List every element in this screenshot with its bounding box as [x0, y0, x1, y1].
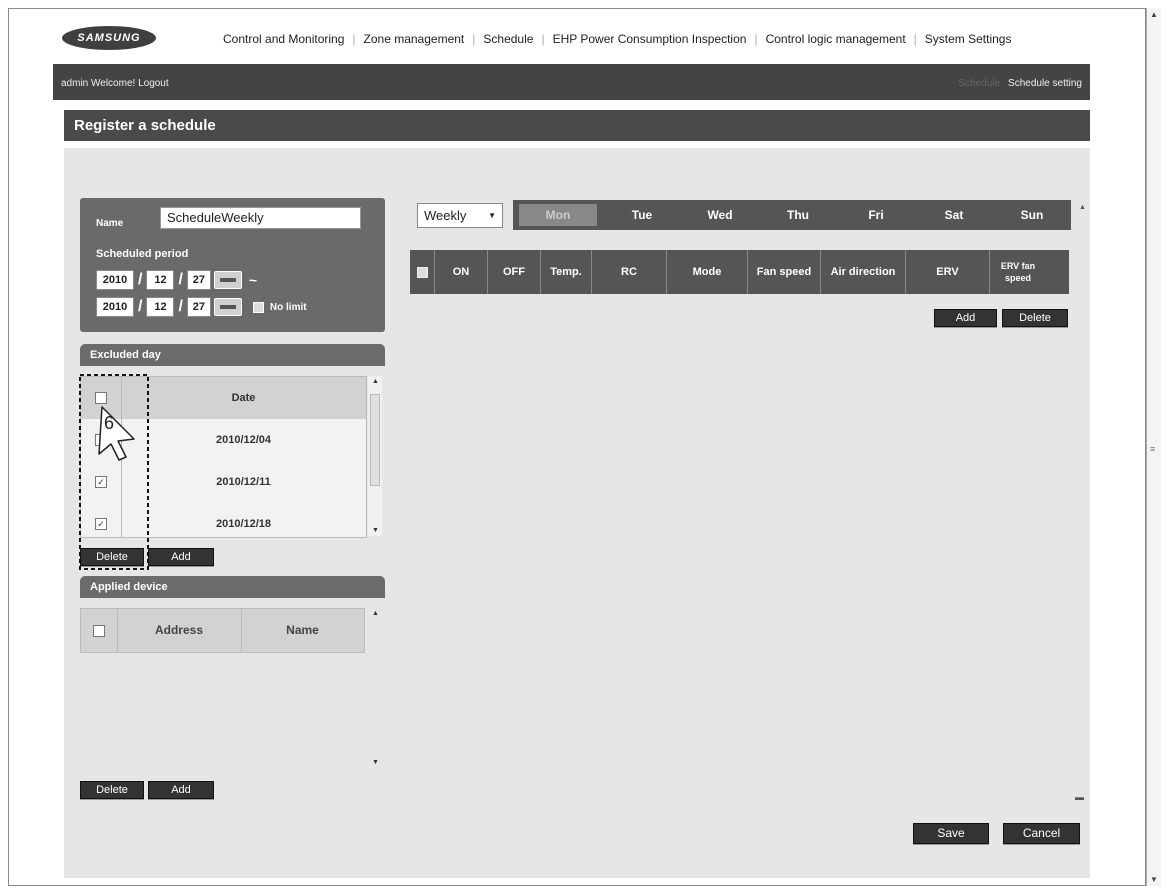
- scroll-up-icon[interactable]: ▲: [372, 378, 379, 385]
- excluded-scrollbar[interactable]: ▲ ▼: [368, 376, 382, 536]
- no-limit-label: No limit: [269, 301, 307, 313]
- breadcrumb: Schedule Schedule setting: [958, 78, 1082, 89]
- name-input[interactable]: ScheduleWeekly: [160, 207, 361, 229]
- step-number: 6: [104, 413, 115, 433]
- tab-sun[interactable]: Sun: [993, 200, 1071, 230]
- address-column-header: Address: [117, 609, 242, 652]
- nav-separator: |: [754, 32, 758, 46]
- start-day-field[interactable]: 27: [186, 270, 211, 290]
- page-title: Register a schedule: [64, 110, 1090, 141]
- page-scrollbar[interactable]: ▲ ≡ ▼: [1146, 8, 1161, 886]
- tab-sat[interactable]: Sat: [915, 200, 993, 230]
- period-dash: ~: [248, 272, 258, 288]
- calendar-icon[interactable]: [213, 298, 242, 316]
- col-off: OFF: [488, 250, 541, 294]
- col-fan-speed: Fan speed: [748, 250, 821, 294]
- tab-fri[interactable]: Fri: [837, 200, 915, 230]
- col-air-direction: Air direction: [821, 250, 906, 294]
- select-all-checkbox[interactable]: [93, 625, 105, 637]
- date-slash: /: [138, 271, 143, 288]
- schedule-add-button[interactable]: Add: [934, 309, 997, 327]
- period-select-value: Weekly: [424, 208, 467, 223]
- col-mode: Mode: [667, 250, 748, 294]
- breadcrumb-parent[interactable]: Schedule: [958, 78, 1000, 89]
- applied-device-table: Address Name: [80, 608, 365, 768]
- nav-separator: |: [352, 32, 356, 46]
- period-label: Scheduled period: [96, 248, 189, 260]
- welcome-logout-link[interactable]: admin Welcome! Logout: [61, 78, 169, 89]
- scroll-up-icon[interactable]: ▲: [372, 610, 379, 617]
- scroll-down-icon[interactable]: ▼: [1150, 875, 1158, 884]
- nav-separator: |: [541, 32, 545, 46]
- schedule-table-header: ON OFF Temp. RC Mode Fan speed Air direc…: [410, 250, 1069, 294]
- no-limit-checkbox[interactable]: [252, 301, 264, 313]
- end-date-row: 2010 / 12 / 27 No limit: [96, 297, 307, 317]
- nav-schedule[interactable]: Schedule: [477, 32, 539, 46]
- start-date-row: 2010 / 12 / 27 ~: [96, 270, 257, 290]
- annotation-highlight: [79, 374, 149, 570]
- device-table-header: Address Name: [80, 608, 365, 653]
- row-date: 2010/12/04: [215, 434, 272, 446]
- name-column-header: Name: [286, 623, 319, 637]
- excluded-add-button[interactable]: Add: [148, 548, 214, 566]
- date-slash: /: [178, 271, 183, 288]
- select-all-checkbox[interactable]: [416, 266, 428, 278]
- nav-control-logic[interactable]: Control logic management: [760, 32, 912, 46]
- day-tabs: Mon Tue Wed Thu Fri Sat Sun: [513, 200, 1071, 230]
- applied-device-header: Applied device: [80, 576, 385, 598]
- tab-thu[interactable]: Thu: [759, 200, 837, 230]
- date-slash: /: [138, 298, 143, 315]
- select-all-cell: [410, 250, 435, 294]
- tab-tue[interactable]: Tue: [603, 200, 681, 230]
- nav-ehp-power[interactable]: EHP Power Consumption Inspection: [547, 32, 753, 46]
- save-button[interactable]: Save: [913, 823, 989, 844]
- device-delete-button[interactable]: Delete: [80, 781, 144, 799]
- schedule-delete-button[interactable]: Delete: [1002, 309, 1068, 327]
- device-add-button[interactable]: Add: [148, 781, 214, 799]
- scroll-down-icon[interactable]: ▼: [372, 527, 379, 534]
- period-select[interactable]: Weekly ▼: [417, 203, 503, 228]
- device-scrollbar[interactable]: ▲ ▼: [368, 608, 382, 768]
- tab-wed[interactable]: Wed: [681, 200, 759, 230]
- scroll-down-icon[interactable]: ▬: [1075, 792, 1084, 802]
- start-month-field[interactable]: 12: [146, 270, 175, 290]
- start-year-field[interactable]: 2010: [96, 270, 134, 290]
- col-temp: Temp.: [541, 250, 592, 294]
- col-erv: ERV: [906, 250, 990, 294]
- col-erv-fan-speed: ERV fan speed: [1000, 261, 1036, 283]
- scroll-down-icon[interactable]: ▼: [372, 759, 379, 766]
- calendar-icon[interactable]: [213, 271, 242, 289]
- nav-control-monitoring[interactable]: Control and Monitoring: [217, 32, 350, 46]
- excluded-day-header: Excluded day: [80, 344, 385, 366]
- samsung-logo: SAMSUNG: [62, 26, 156, 50]
- scroll-grip-icon[interactable]: ≡: [1150, 444, 1155, 454]
- end-day-field[interactable]: 27: [186, 297, 211, 317]
- scroll-up-icon[interactable]: ▲: [1150, 10, 1158, 19]
- name-label: Name: [96, 218, 124, 229]
- col-rc: RC: [592, 250, 667, 294]
- schedule-info-box: Name ScheduleWeekly Scheduled period 201…: [80, 198, 385, 332]
- col-on: ON: [435, 250, 488, 294]
- row-date: 2010/12/18: [215, 518, 272, 530]
- end-month-field[interactable]: 12: [146, 297, 175, 317]
- end-year-field[interactable]: 2010: [96, 297, 134, 317]
- tab-mon[interactable]: Mon: [519, 204, 597, 226]
- scroll-up-icon[interactable]: ▲: [1079, 204, 1086, 211]
- cancel-button[interactable]: Cancel: [1003, 823, 1080, 844]
- nav-separator: |: [913, 32, 917, 46]
- select-all-cell: [81, 609, 118, 652]
- scroll-thumb[interactable]: [370, 394, 380, 486]
- date-slash: /: [178, 298, 183, 315]
- nav-zone-management[interactable]: Zone management: [358, 32, 471, 46]
- top-navigation: Control and Monitoring | Zone management |…: [217, 32, 1017, 46]
- row-date: 2010/12/11: [216, 476, 271, 488]
- date-column-header: Date: [231, 392, 256, 404]
- chevron-down-icon: ▼: [488, 211, 496, 220]
- user-bar: admin Welcome! Logout Schedule Schedule …: [53, 64, 1090, 100]
- nav-separator: |: [472, 32, 476, 46]
- breadcrumb-current: Schedule setting: [1008, 78, 1082, 89]
- nav-system-settings[interactable]: System Settings: [919, 32, 1018, 46]
